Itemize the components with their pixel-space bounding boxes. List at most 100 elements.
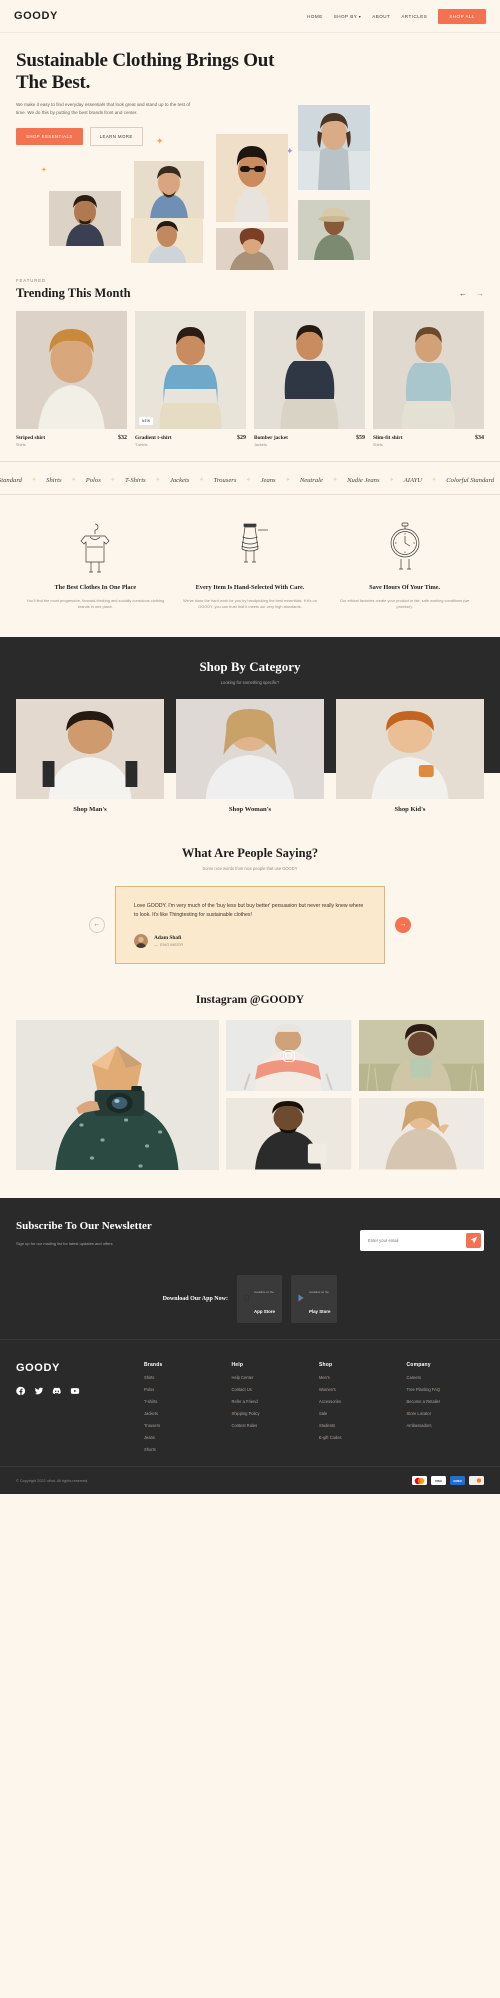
footer-link[interactable]: Trousers xyxy=(144,1423,222,1428)
footer-link[interactable]: Polos xyxy=(144,1387,222,1392)
diamond-separator-icon: ✧ xyxy=(246,477,251,483)
discord-icon[interactable] xyxy=(52,1386,62,1396)
hero-subtitle: We make it easy to find everyday essenti… xyxy=(16,102,191,116)
feature-item: Every Item Is Hand-Selected With Care. W… xyxy=(181,517,320,611)
marquee-item[interactable]: T-Shirts xyxy=(125,477,146,484)
instagram-post[interactable] xyxy=(226,1098,352,1170)
feature-item: Save Hours Of Your Time. Our ethical fac… xyxy=(335,517,474,611)
subscribe-button[interactable] xyxy=(466,1232,481,1248)
copyright-text: © Copyright 2022 uihut. All rights reser… xyxy=(16,1478,89,1483)
product-category: Shirts xyxy=(16,442,26,447)
youtube-icon[interactable] xyxy=(70,1386,80,1396)
marquee-item[interactable]: Colorful Standard xyxy=(446,477,494,484)
hero-photo xyxy=(131,217,203,263)
sparkle-icon: ✦ xyxy=(156,135,164,146)
testimonial-prev-button[interactable]: ← xyxy=(89,916,105,933)
facebook-icon[interactable] xyxy=(16,1386,26,1396)
footer-link[interactable]: Tree Planting FAQ xyxy=(407,1387,485,1392)
chevron-down-icon: ▾ xyxy=(358,13,362,19)
footer-link[interactable]: Shirts xyxy=(144,1375,222,1380)
app-store-button[interactable]:  Available on the App Store xyxy=(236,1274,282,1323)
product-category: Jackets xyxy=(254,442,267,447)
product-card[interactable]: Striped shirt Shirts $32 xyxy=(16,310,127,447)
twitter-icon[interactable] xyxy=(34,1386,44,1396)
marquee-item[interactable]: Jackets xyxy=(170,477,189,484)
store-name: Play Store xyxy=(307,1308,330,1314)
marquee-item[interactable]: Nudie Jeans xyxy=(347,477,379,484)
product-grid: Striped shirt Shirts $32 NEW Gradient t-… xyxy=(16,310,484,447)
marquee-item[interactable]: Trousers xyxy=(214,477,237,484)
footer-link[interactable]: Store Locator xyxy=(407,1411,485,1416)
play-store-button[interactable]: Available on the Play Store xyxy=(290,1274,338,1323)
footer-link[interactable]: Women's xyxy=(319,1387,397,1392)
nav-item-articles[interactable]: ARTICLES xyxy=(401,14,427,19)
carousel-prev-icon[interactable]: ← xyxy=(459,289,467,298)
newsletter-section: Subscribe To Our Newsletter Sign up for … xyxy=(0,1197,500,1269)
footer-link[interactable]: Shorts xyxy=(144,1447,222,1452)
footer-column-heading: Help xyxy=(231,1361,244,1368)
footer-link[interactable]: Accessories xyxy=(319,1399,397,1404)
marquee-item[interactable]: Neutrale xyxy=(300,477,323,484)
stopwatch-icon xyxy=(335,517,474,573)
carousel-next-icon[interactable]: → xyxy=(476,289,484,298)
instagram-post[interactable] xyxy=(358,1019,484,1092)
instagram-post[interactable] xyxy=(358,1098,484,1170)
product-card[interactable]: NEW Gradient t-shirt T-shirts $29 xyxy=(135,310,246,447)
footer-logo[interactable]: GOODY xyxy=(16,1362,134,1374)
marquee-item[interactable]: Polos xyxy=(86,477,101,484)
shop-all-button[interactable]: SHOP ALL xyxy=(438,8,486,24)
footer-link[interactable]: Students xyxy=(319,1423,397,1428)
footer-link[interactable]: Jeans xyxy=(144,1435,222,1440)
footer-link[interactable]: Help Center xyxy=(232,1375,310,1380)
footer-link[interactable]: Contest Rules xyxy=(232,1423,310,1428)
footer-link[interactable]: T-shirts xyxy=(144,1399,222,1404)
testimonial-next-button[interactable]: → xyxy=(395,916,411,933)
product-meta: Bomber jacket Jackets $59 xyxy=(254,435,365,447)
footer-link[interactable]: Careers xyxy=(407,1375,485,1380)
social-links xyxy=(16,1386,134,1396)
footer-link[interactable]: Shipping Policy xyxy=(232,1411,310,1416)
product-name: Striped shirt xyxy=(16,434,46,441)
marquee-item[interactable]: Colorful Standard xyxy=(0,477,22,484)
testimonial-quote: Love GOODY. I'm very much of the 'buy le… xyxy=(134,902,364,919)
footer-link[interactable]: E-gift Codes xyxy=(319,1435,397,1440)
category-card-mans[interactable]: Shop Man's xyxy=(16,698,164,820)
hero-photo xyxy=(216,133,288,222)
visa-icon: VISA xyxy=(431,1475,446,1486)
marquee-item[interactable]: Shirts xyxy=(46,477,61,484)
trending-section: FEATURED Trending This Month ← → Striped… xyxy=(0,278,500,447)
email-input[interactable] xyxy=(363,1233,466,1247)
marquee-item[interactable]: Jeans xyxy=(261,477,276,484)
nav-item-about[interactable]: ABOUT xyxy=(372,14,390,19)
diamond-separator-icon: ✧ xyxy=(110,477,115,483)
product-meta: Slim-fit shirt Shirts $34 xyxy=(373,435,484,447)
newsletter-copy: Subscribe To Our Newsletter Sign up for … xyxy=(16,1220,152,1246)
nav-item-shop-by[interactable]: SHOP BY ▾ xyxy=(334,14,361,19)
feature-item: The Best Clothes In One Place You'll fin… xyxy=(26,517,165,611)
footer-link[interactable]: Men's xyxy=(319,1375,397,1380)
instagram-post[interactable] xyxy=(16,1019,220,1170)
brand-logo[interactable]: GOODY xyxy=(14,10,58,22)
diamond-separator-icon: ✧ xyxy=(199,477,204,483)
diamond-separator-icon: ✧ xyxy=(155,477,160,483)
footer-link[interactable]: Jackets xyxy=(144,1411,222,1416)
product-price: $29 xyxy=(237,434,246,441)
category-card-womans[interactable]: Shop Woman's xyxy=(176,698,324,820)
footer-link[interactable]: Become a Retailer xyxy=(407,1399,485,1404)
product-badge: NEW xyxy=(139,416,154,425)
footer-link[interactable]: Contact Us xyxy=(232,1387,310,1392)
footer-link[interactable]: Sale xyxy=(319,1411,397,1416)
product-card[interactable]: Bomber jacket Jackets $59 xyxy=(254,310,365,447)
marquee-item[interactable]: AIAYU xyxy=(404,477,422,484)
product-category: T-shirts xyxy=(135,442,148,447)
discover-icon xyxy=(469,1475,484,1486)
feature-title: The Best Clothes In One Place xyxy=(54,583,137,591)
nav-item-home[interactable]: HOME xyxy=(307,14,323,19)
instagram-post[interactable] xyxy=(226,1019,352,1092)
category-card-kids[interactable]: Shop Kid's xyxy=(336,698,484,820)
feature-desc: You'll find the most progressive, forwar… xyxy=(26,597,165,610)
product-card[interactable]: Slim-fit shirt Shirts $34 xyxy=(373,310,484,447)
product-name: Gradient t-shirt xyxy=(135,434,172,441)
footer-link[interactable]: Refer a Friend xyxy=(232,1399,310,1404)
footer-link[interactable]: Ambassadors xyxy=(407,1423,485,1428)
